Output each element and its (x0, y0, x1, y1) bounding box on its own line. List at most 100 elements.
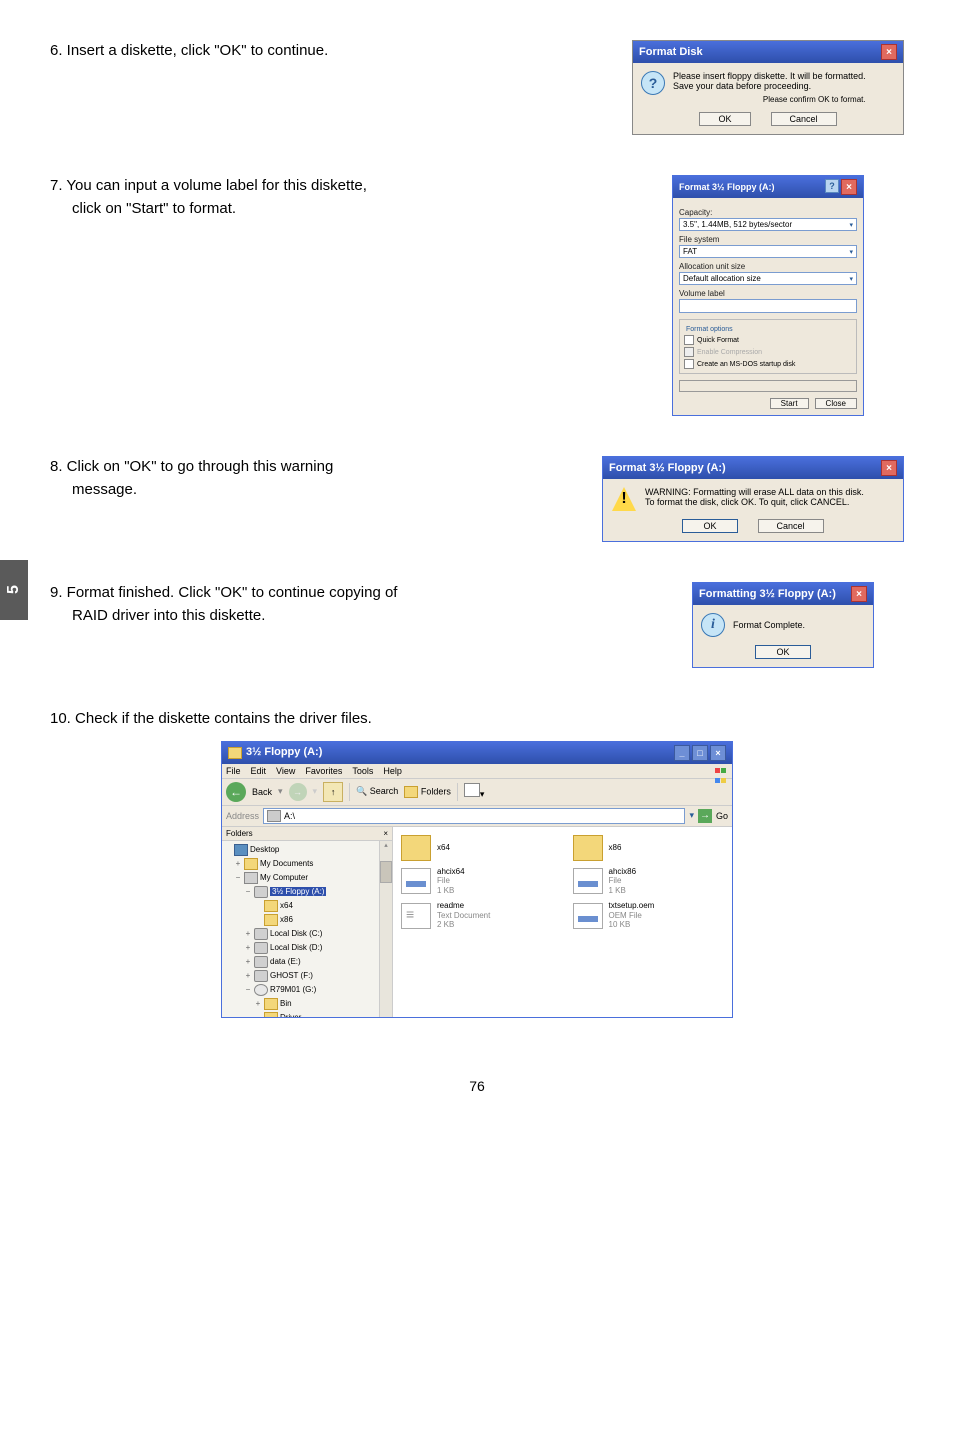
cancel-button[interactable]: Cancel (758, 519, 824, 533)
page-number: 76 (50, 1078, 904, 1094)
maximize-icon[interactable]: □ (692, 745, 708, 761)
folder-tree[interactable]: Desktop+My Documents−My Computer−3½ Flop… (222, 841, 392, 1017)
help-icon[interactable]: ? (825, 179, 839, 193)
tree-node[interactable]: Desktop (224, 843, 390, 857)
minimize-icon[interactable]: _ (674, 745, 690, 761)
format-disk-dialog: Format Disk × ? Please insert floppy dis… (632, 40, 904, 135)
capacity-select[interactable]: 3.5", 1.44MB, 512 bytes/sector▾ (679, 218, 857, 231)
step-6-text: 6. Insert a diskette, click "OK" to cont… (50, 40, 632, 63)
tree-node[interactable]: +Local Disk (D:) (224, 941, 390, 955)
folders-button[interactable]: Folders (404, 786, 451, 798)
folders-pane-title: Folders (226, 829, 253, 838)
volume-label-input[interactable] (679, 299, 857, 313)
tree-node[interactable]: −Driver (224, 1011, 390, 1017)
file-item[interactable]: txtsetup.oemOEM File10 KB (573, 901, 725, 930)
menu-edit[interactable]: Edit (251, 766, 267, 776)
quick-format-checkbox[interactable] (684, 335, 694, 345)
file-item[interactable]: readmeText Document2 KB (401, 901, 553, 930)
close-pane-icon[interactable]: × (383, 829, 388, 838)
chevron-down-icon: ▾ (849, 248, 853, 256)
menu-view[interactable]: View (276, 766, 295, 776)
progress-bar (679, 380, 857, 392)
allocation-select[interactable]: Default allocation size▾ (679, 272, 857, 285)
step-7-text: click on "Start" to format. (50, 198, 652, 221)
dialog-title: Format 3½ Floppy (A:) (679, 182, 775, 192)
page-section-tab: 5 (0, 560, 28, 620)
window-title: 3½ Floppy (A:) (246, 746, 322, 758)
back-button[interactable]: ← (226, 782, 246, 802)
msdos-checkbox[interactable] (684, 359, 694, 369)
tree-node[interactable]: +GHOST (F:) (224, 969, 390, 983)
menu-bar: File Edit View Favorites Tools Help (222, 764, 732, 779)
tree-node[interactable]: −3½ Floppy (A:) (224, 885, 390, 899)
go-label: Go (716, 811, 728, 821)
windows-flag-icon (714, 766, 728, 778)
go-button[interactable]: → (698, 809, 712, 823)
forward-button[interactable]: → (289, 783, 307, 801)
step-9-text: RAID driver into this diskette. (50, 605, 672, 628)
format-complete-dialog: Formatting 3½ Floppy (A:) × i Format Com… (692, 582, 874, 668)
address-label: Address (226, 811, 259, 821)
warning-icon: ! (612, 487, 636, 511)
volume-label-label: Volume label (679, 289, 857, 298)
step-9-text: 9. Format finished. Click "OK" to contin… (50, 582, 672, 605)
allocation-label: Allocation unit size (679, 262, 857, 271)
close-button[interactable]: Close (815, 398, 857, 409)
up-button[interactable]: ↑ (323, 782, 343, 802)
format-options-group: Format options (684, 326, 735, 333)
dialog-message: WARNING: Formatting will erase ALL data … (645, 487, 864, 497)
dialog-message: Please insert floppy diskette. It will b… (673, 71, 866, 81)
close-icon[interactable]: × (710, 745, 726, 761)
dialog-message: Format Complete. (733, 620, 805, 630)
scrollbar[interactable]: ▴ (379, 841, 392, 1017)
tree-node[interactable]: −My Computer (224, 871, 390, 885)
tree-node[interactable]: +data (E:) (224, 955, 390, 969)
dialog-title: Format Disk (639, 46, 703, 58)
close-icon[interactable]: × (841, 179, 857, 195)
ok-button[interactable]: OK (682, 519, 737, 533)
chevron-down-icon: ▾ (849, 221, 853, 229)
folder-icon (228, 747, 242, 759)
file-item[interactable]: ahcix86File1 KB (573, 867, 725, 896)
chevron-down-icon: ▾ (849, 275, 853, 283)
format-warning-dialog: Format 3½ Floppy (A:) × ! WARNING: Forma… (602, 456, 904, 542)
ok-button[interactable]: OK (699, 112, 750, 126)
menu-tools[interactable]: Tools (352, 766, 373, 776)
views-button[interactable]: ▾ (464, 783, 485, 800)
step-8-text: 8. Click on "OK" to go through this warn… (50, 456, 582, 479)
menu-help[interactable]: Help (383, 766, 402, 776)
chevron-down-icon[interactable]: ▾ (689, 810, 694, 821)
capacity-label: Capacity: (679, 208, 857, 217)
tree-node[interactable]: +My Documents (224, 857, 390, 871)
tree-node[interactable]: +Local Disk (C:) (224, 927, 390, 941)
format-floppy-dialog: Format 3½ Floppy (A:) ? × Capacity: 3.5"… (672, 175, 864, 416)
file-item[interactable]: x86 (573, 835, 725, 861)
address-input[interactable]: A:\ (263, 808, 685, 824)
start-button[interactable]: Start (770, 398, 809, 409)
info-icon: i (701, 613, 725, 637)
close-icon[interactable]: × (881, 460, 897, 476)
cancel-button[interactable]: Cancel (771, 112, 837, 126)
menu-favorites[interactable]: Favorites (305, 766, 342, 776)
back-label: Back (252, 787, 272, 797)
file-item[interactable]: x64 (401, 835, 553, 861)
explorer-window: 3½ Floppy (A:) _ □ × File Edit View Favo… (221, 741, 733, 1018)
filesystem-select[interactable]: FAT▾ (679, 245, 857, 258)
ok-button[interactable]: OK (755, 645, 810, 659)
search-button[interactable]: 🔍 Search (356, 786, 398, 797)
dialog-message: To format the disk, click OK. To quit, c… (645, 497, 864, 507)
tree-node[interactable]: x86 (224, 913, 390, 927)
close-icon[interactable]: × (851, 586, 867, 602)
dialog-title: Formatting 3½ Floppy (A:) (699, 588, 836, 600)
tree-node[interactable]: +Bin (224, 997, 390, 1011)
question-icon: ? (641, 71, 665, 95)
tree-node[interactable]: −R79M01 (G:) (224, 983, 390, 997)
filesystem-label: File system (679, 235, 857, 244)
dialog-message: Save your data before proceeding. (673, 81, 866, 91)
floppy-icon (267, 810, 281, 822)
close-icon[interactable]: × (881, 44, 897, 60)
menu-file[interactable]: File (226, 766, 241, 776)
tree-node[interactable]: x64 (224, 899, 390, 913)
file-list: x64 x86 ahcix64File1 KB ahcix86File1 KB read… (393, 827, 732, 1017)
file-item[interactable]: ahcix64File1 KB (401, 867, 553, 896)
